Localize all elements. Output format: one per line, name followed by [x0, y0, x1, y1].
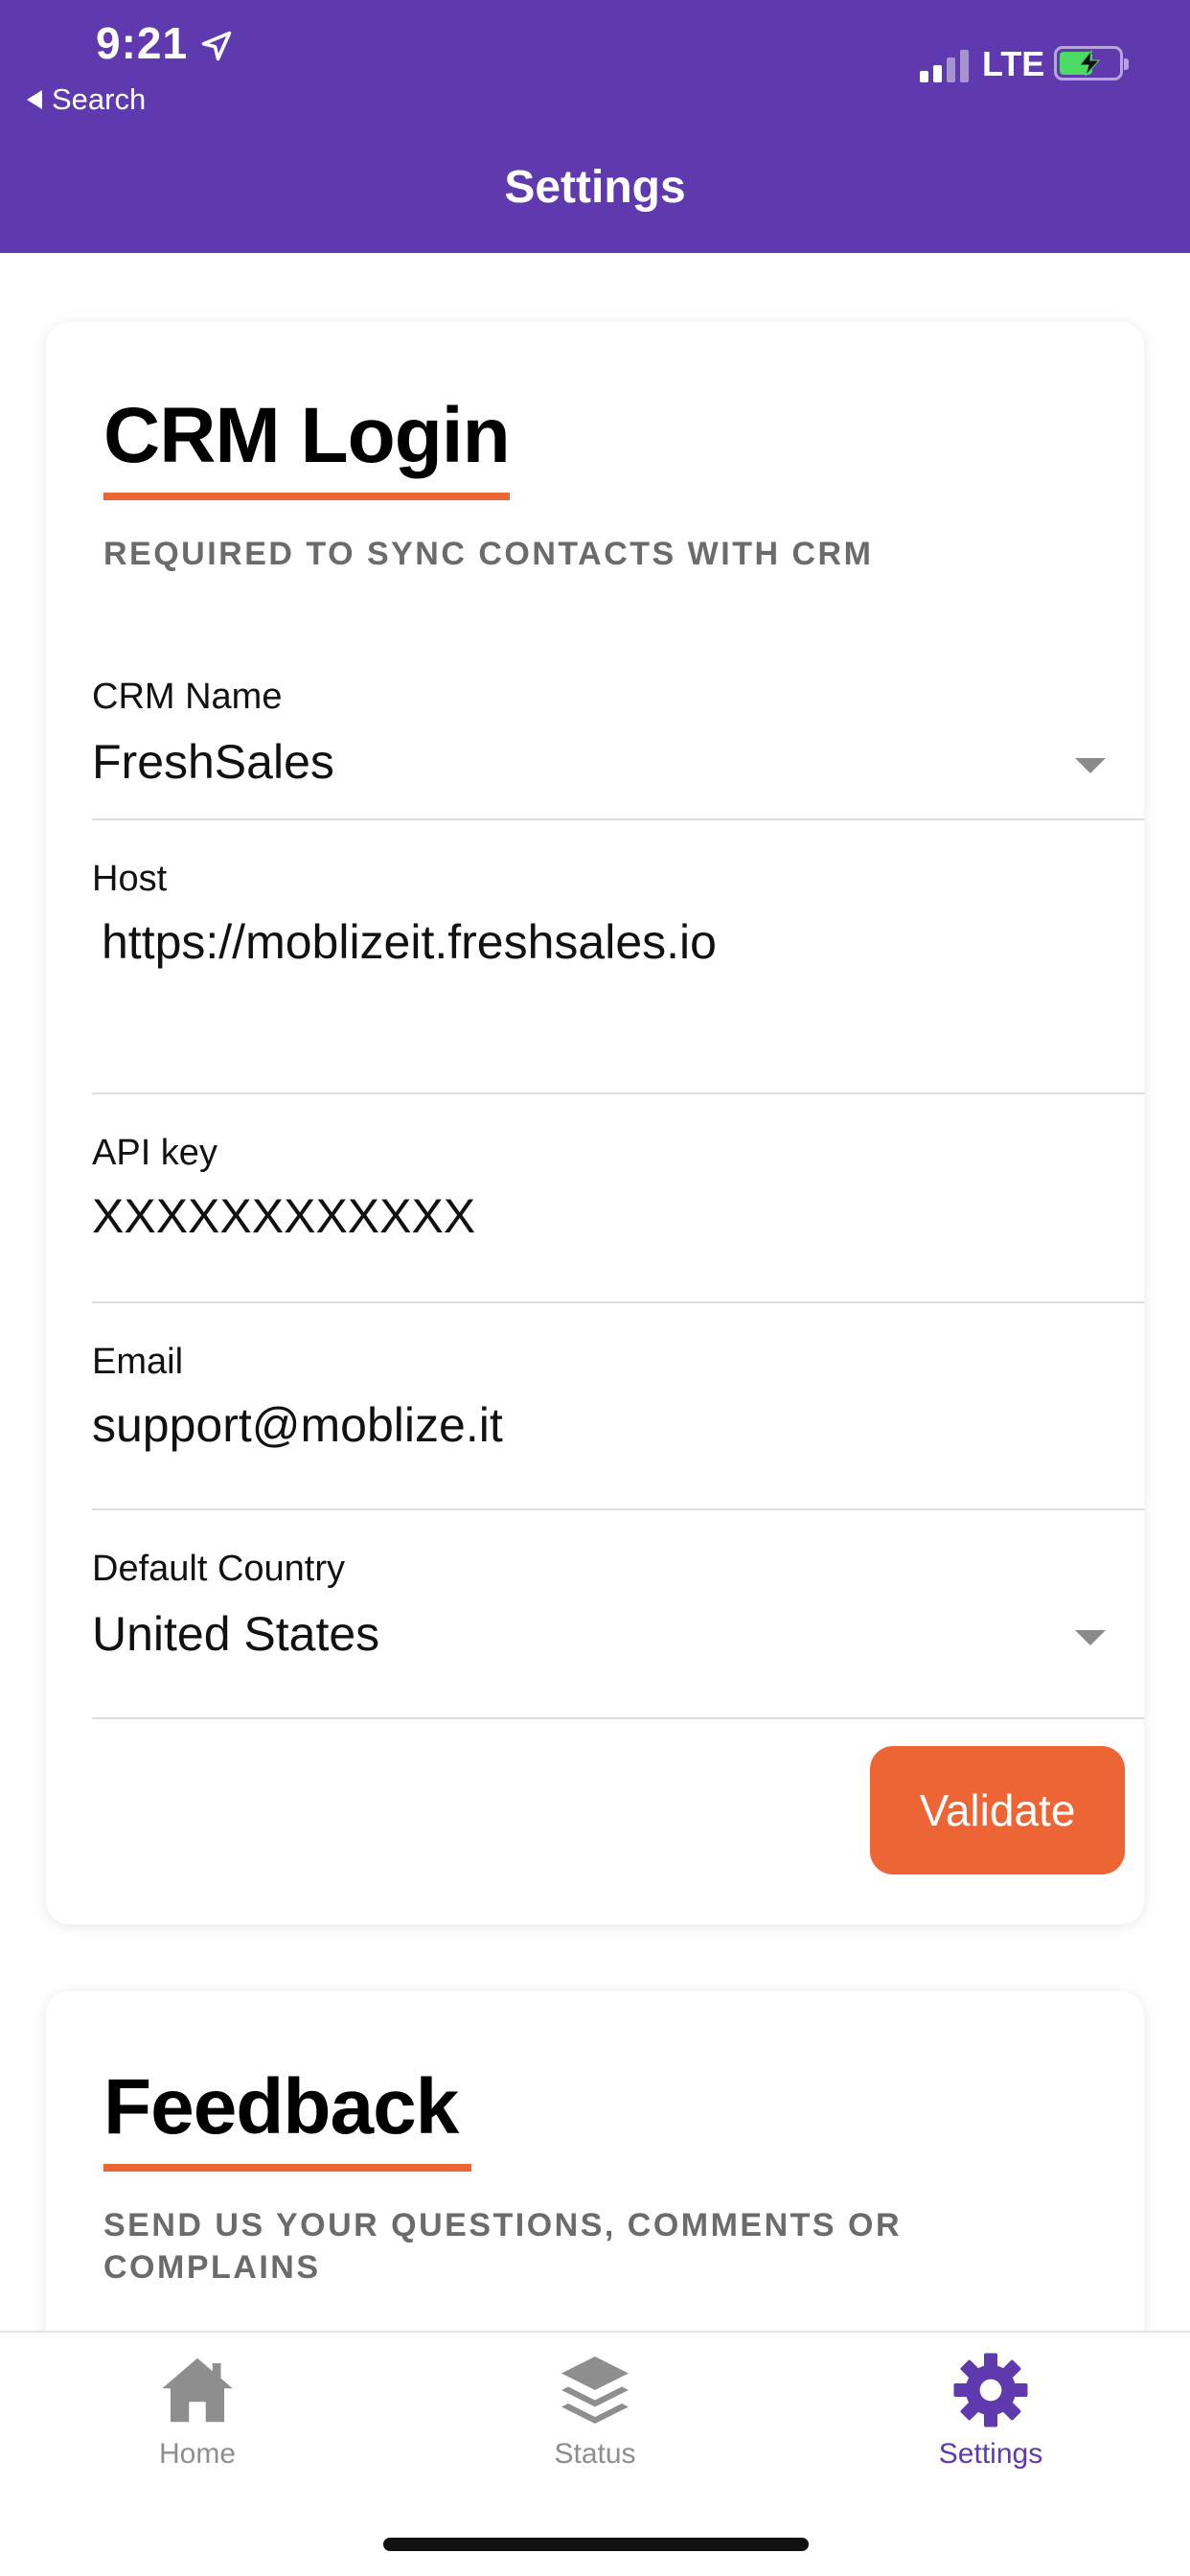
api-key-field[interactable]: API key XXXXXXXXXXXX [92, 1094, 1144, 1303]
back-to-search-button[interactable]: Search [27, 82, 146, 117]
chevron-down-icon [1075, 758, 1106, 773]
signal-icon [920, 48, 969, 82]
gear-icon [953, 2353, 1028, 2427]
feedback-subtitle: SEND US YOUR QUESTIONS, COMMENTS OR COMP… [103, 2207, 903, 2286]
crm-login-subtitle: REQUIRED TO SYNC CONTACTS WITH CRM [103, 536, 874, 572]
host-field[interactable]: Host https://moblizeit.freshsales.io [92, 820, 1144, 1094]
crm-name-value: FreshSales [92, 735, 334, 789]
tab-home-label: Home [158, 2438, 237, 2470]
email-label: Email [92, 1342, 184, 1382]
back-arrow-icon [27, 90, 42, 109]
api-key-label: API key [92, 1133, 217, 1173]
default-country-select[interactable]: Default Country United States [92, 1510, 1144, 1719]
crm-login-title: CRM Login [103, 392, 511, 479]
default-country-label: Default Country [92, 1549, 346, 1589]
app-header: 9:21 Search LTE Settings [0, 0, 1190, 253]
network-type: LTE [982, 44, 1045, 83]
email-value[interactable]: support@moblize.it [92, 1397, 503, 1453]
api-key-value[interactable]: XXXXXXXXXXXX [92, 1188, 475, 1244]
email-field[interactable]: Email support@moblize.it [92, 1303, 1144, 1510]
home-indicator[interactable] [383, 2538, 809, 2551]
title-underline [103, 493, 510, 500]
layers-icon [561, 2357, 629, 2424]
tab-settings[interactable]: Settings [876, 2350, 1106, 2471]
title-underline [103, 2164, 471, 2172]
settings-content[interactable]: CRM Login REQUIRED TO SYNC CONTACTS WITH… [0, 253, 1190, 2331]
default-country-value: United States [92, 1607, 380, 1661]
page-title: Settings [504, 162, 686, 213]
battery-charging-icon [1054, 46, 1129, 80]
location-arrow-icon [201, 31, 232, 61]
host-label: Host [92, 859, 168, 899]
crm-name-label: CRM Name [92, 677, 283, 717]
validate-button[interactable]: Validate [870, 1746, 1125, 1874]
tab-settings-label: Settings [938, 2438, 1043, 2470]
crm-name-select[interactable]: CRM Name FreshSales [92, 638, 1144, 820]
tab-status[interactable]: Status [480, 2350, 710, 2471]
tab-home[interactable]: Home [82, 2350, 312, 2471]
feedback-card: Feedback SEND US YOUR QUESTIONS, COMMENT… [46, 1991, 1144, 2331]
status-time: 9:21 [96, 18, 189, 68]
host-value[interactable]: https://moblizeit.freshsales.io [102, 914, 717, 970]
back-label: Search [52, 82, 147, 116]
chevron-down-icon [1075, 1630, 1106, 1645]
crm-login-card: CRM Login REQUIRED TO SYNC CONTACTS WITH… [46, 322, 1144, 1924]
tab-status-label: Status [554, 2438, 636, 2470]
feedback-title: Feedback [103, 2063, 459, 2150]
home-icon [162, 2358, 233, 2423]
